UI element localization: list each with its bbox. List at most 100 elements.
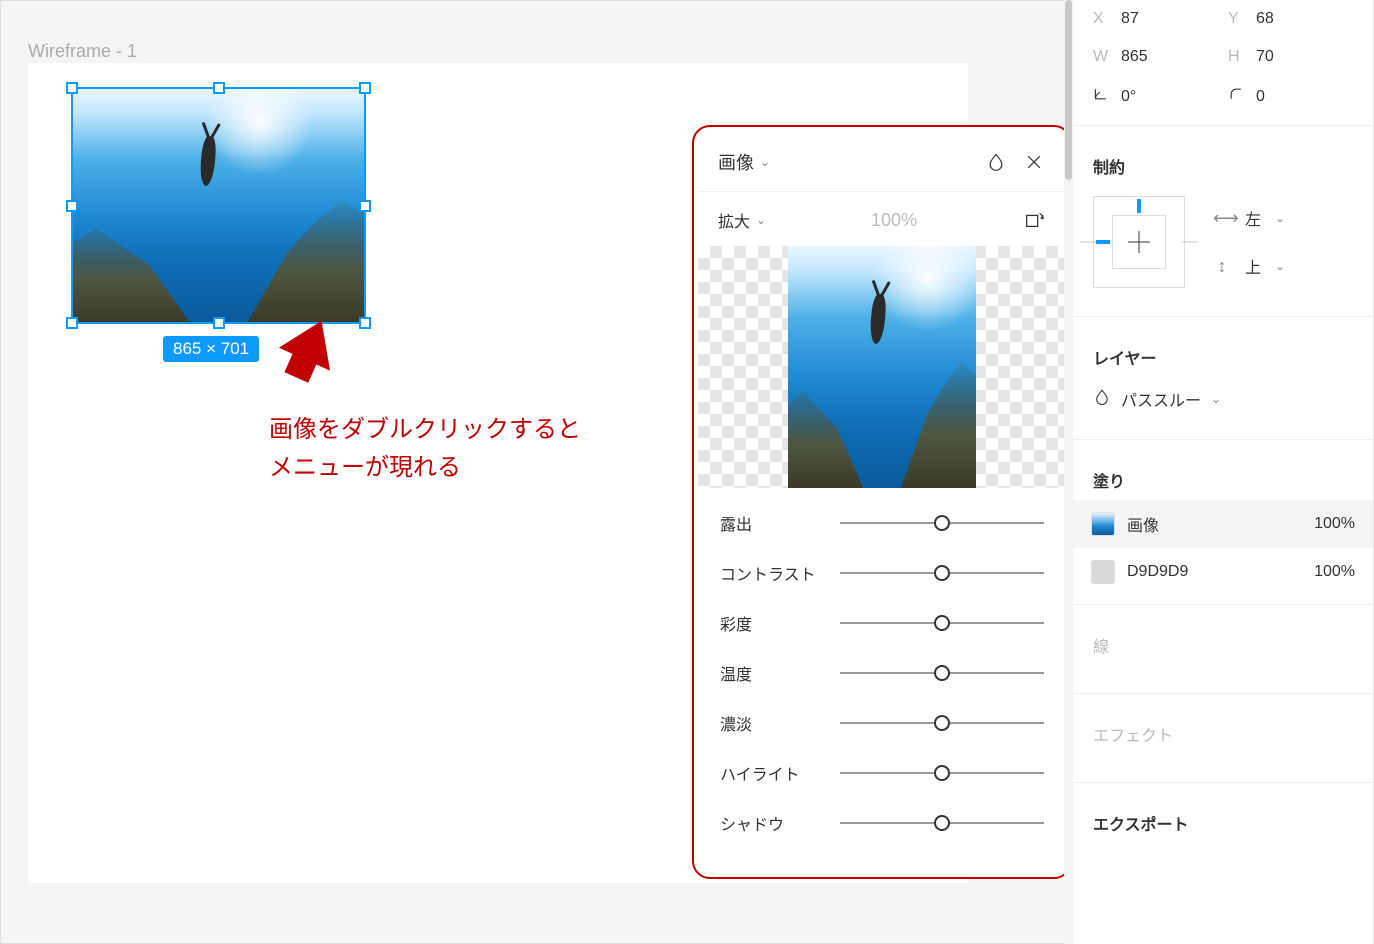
angle-icon <box>1093 86 1111 107</box>
resize-handle-br[interactable] <box>359 317 371 329</box>
image-panel-title-dropdown[interactable]: 画像 ⌄ <box>718 149 770 175</box>
fill-mode-dropdown[interactable]: 拡大 ⌄ <box>718 208 766 232</box>
slider-saturation: 彩度 <box>720 598 1044 648</box>
close-icon[interactable] <box>1022 150 1046 174</box>
annotation-text: 画像をダブルクリックすると メニューが現れる <box>269 411 581 488</box>
slider-label: シャドウ <box>720 811 840 835</box>
slider-label: コントラスト <box>720 561 840 585</box>
image-panel-header: 画像 ⌄ <box>698 131 1066 192</box>
layer-title: レイヤー <box>1073 325 1373 377</box>
annotation-line1: 画像をダブルクリックすると <box>269 411 581 449</box>
prop-y-value: 68 <box>1256 10 1274 28</box>
slider-shadows: シャドウ <box>720 798 1044 848</box>
constraint-horizontal-dropdown[interactable]: ⟷ 左 ⌄ <box>1213 206 1285 230</box>
slider-track[interactable] <box>840 572 1044 574</box>
fill-title: 塗り <box>1073 448 1373 500</box>
slider-track[interactable] <box>840 772 1044 774</box>
selection-size-badge: 865 × 701 <box>163 336 259 362</box>
fill-color-row[interactable]: D9D9D9 100% <box>1073 548 1373 596</box>
chevron-down-icon: ⌄ <box>756 213 766 227</box>
constraint-vertical-value: 上 <box>1245 254 1261 278</box>
constraints-title: 制約 <box>1073 134 1373 186</box>
effects-title[interactable]: エフェクト <box>1073 702 1373 754</box>
image-adjust-sliders: 露出 コントラスト 彩度 温度 濃淡 ハイライト <box>698 488 1066 858</box>
fill-color-hex[interactable]: D9D9D9 <box>1127 563 1302 581</box>
prop-h-label: H <box>1228 48 1246 66</box>
prop-rot-radius-row: 0° 0 <box>1073 76 1373 117</box>
export-title[interactable]: エクスポート <box>1073 791 1373 843</box>
prop-y-label: Y <box>1228 10 1246 28</box>
corner-radius-icon <box>1228 86 1246 107</box>
slider-thumb[interactable] <box>934 715 950 731</box>
blend-mode-value: パススルー <box>1121 387 1201 411</box>
annotation-line2: メニューが現れる <box>269 449 581 487</box>
constraints-widget[interactable]: — — <box>1093 196 1185 288</box>
horizontal-icon: ⟷ <box>1213 208 1231 229</box>
resize-handle-mr[interactable] <box>359 200 371 212</box>
slider-label: 濃淡 <box>720 711 840 735</box>
resize-handle-bm[interactable] <box>213 317 225 329</box>
fill-color-opacity[interactable]: 100% <box>1314 563 1355 581</box>
slider-track[interactable] <box>840 522 1044 524</box>
image-preview[interactable] <box>698 246 1066 488</box>
slider-track[interactable] <box>840 722 1044 724</box>
slider-label: 彩度 <box>720 611 840 635</box>
slider-label: 温度 <box>720 661 840 685</box>
slider-tint: 濃淡 <box>720 698 1044 748</box>
prop-w[interactable]: W 865 <box>1093 48 1218 66</box>
chevron-down-icon: ⌄ <box>760 155 770 169</box>
vertical-icon: ↕ <box>1213 256 1231 277</box>
prop-x-value: 87 <box>1121 10 1139 28</box>
constraints-area: — — ⟷ 左 ⌄ ↕ 上 ⌄ <box>1073 186 1373 308</box>
prop-y[interactable]: Y 68 <box>1228 10 1353 28</box>
plus-icon <box>1128 231 1150 253</box>
prop-x-label: X <box>1093 10 1111 28</box>
slider-track[interactable] <box>840 622 1044 624</box>
slider-thumb[interactable] <box>934 515 950 531</box>
prop-rotation-value: 0° <box>1121 88 1136 106</box>
resize-handle-bl[interactable] <box>66 317 78 329</box>
stroke-title[interactable]: 線 <box>1073 613 1373 665</box>
selected-image[interactable] <box>71 87 366 324</box>
fill-mode-label: 拡大 <box>718 208 750 232</box>
prop-radius-value: 0 <box>1256 88 1265 106</box>
slider-track[interactable] <box>840 822 1044 824</box>
prop-rotation[interactable]: 0° <box>1093 86 1218 107</box>
resize-handle-tl[interactable] <box>66 82 78 94</box>
slider-exposure: 露出 <box>720 498 1044 548</box>
slider-thumb[interactable] <box>934 565 950 581</box>
scrollbar[interactable] <box>1064 0 1073 944</box>
slider-track[interactable] <box>840 672 1044 674</box>
properties-panel: X 87 Y 68 W 865 H 70 0° 0 <box>1072 0 1374 944</box>
slider-thumb[interactable] <box>934 665 950 681</box>
resize-handle-ml[interactable] <box>66 200 78 212</box>
slider-label: 露出 <box>720 511 840 535</box>
slider-thumb[interactable] <box>934 765 950 781</box>
image-edit-panel: 画像 ⌄ 拡大 ⌄ 100% <box>692 125 1072 879</box>
slider-thumb[interactable] <box>934 815 950 831</box>
resize-handle-tr[interactable] <box>359 82 371 94</box>
blend-mode-icon[interactable] <box>984 150 1008 174</box>
prop-h[interactable]: H 70 <box>1228 48 1353 66</box>
fill-image-row[interactable]: 画像 100% <box>1073 500 1373 548</box>
prop-wh-row: W 865 H 70 <box>1073 38 1373 76</box>
slider-contrast: コントラスト <box>720 548 1044 598</box>
slider-thumb[interactable] <box>934 615 950 631</box>
fill-swatch-color[interactable] <box>1091 560 1115 584</box>
slider-highlights: ハイライト <box>720 748 1044 798</box>
chevron-down-icon: ⌄ <box>1275 211 1285 225</box>
scrollbar-thumb[interactable] <box>1065 0 1072 180</box>
prop-x[interactable]: X 87 <box>1093 10 1218 28</box>
prop-corner-radius[interactable]: 0 <box>1228 86 1353 107</box>
resize-handle-tm[interactable] <box>213 82 225 94</box>
slider-temperature: 温度 <box>720 648 1044 698</box>
prop-xy-row: X 87 Y 68 <box>1073 0 1373 38</box>
rotate-image-icon[interactable] <box>1022 208 1046 232</box>
prop-w-value: 865 <box>1121 48 1148 66</box>
fill-swatch-image[interactable] <box>1091 512 1115 536</box>
fill-image-opacity[interactable]: 100% <box>1314 515 1355 533</box>
fill-image-label: 画像 <box>1127 512 1302 536</box>
blend-mode-dropdown[interactable]: パススルー ⌄ <box>1073 377 1373 431</box>
zoom-value[interactable]: 100% <box>766 210 1022 231</box>
constraint-vertical-dropdown[interactable]: ↕ 上 ⌄ <box>1213 254 1285 278</box>
